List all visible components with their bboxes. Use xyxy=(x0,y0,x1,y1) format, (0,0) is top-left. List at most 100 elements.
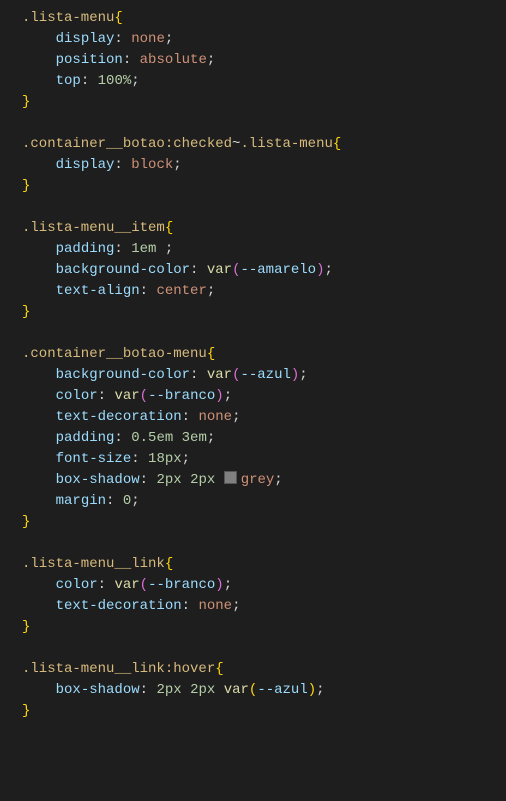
css-property: text-decoration xyxy=(56,409,182,425)
open-brace: { xyxy=(333,136,341,152)
code-line: .lista-menu__link{ xyxy=(22,554,506,575)
code-line: .container__botao:checked~.lista-menu{ xyxy=(22,134,506,155)
css-value-token: 0.5em xyxy=(131,430,173,446)
css-property: position xyxy=(56,52,123,68)
css-property: background-color xyxy=(56,262,190,278)
css-value-token: var xyxy=(224,682,249,698)
code-line: text-decoration: none; xyxy=(22,596,506,617)
css-value-token: ( xyxy=(140,388,148,404)
css-value-token: 100% xyxy=(98,73,132,89)
code-line: top: 100%; xyxy=(22,71,506,92)
code-line: text-decoration: none; xyxy=(22,407,506,428)
code-line: } xyxy=(22,701,506,722)
code-line: .container__botao-menu{ xyxy=(22,344,506,365)
css-property: top xyxy=(56,73,81,89)
css-property: padding xyxy=(56,430,115,446)
css-property: display xyxy=(56,157,115,173)
css-property: margin xyxy=(56,493,106,509)
css-value-token: ) xyxy=(308,682,316,698)
code-line: .lista-menu__link:hover{ xyxy=(22,659,506,680)
code-line xyxy=(22,638,506,659)
css-value-token: none xyxy=(198,409,232,425)
css-value-token: --azul xyxy=(240,367,290,383)
css-value-token: absolute xyxy=(140,52,207,68)
css-value-token: var xyxy=(207,262,232,278)
css-selector-token: .lista-menu xyxy=(22,10,114,26)
code-line: } xyxy=(22,176,506,197)
close-brace: } xyxy=(22,94,30,110)
open-brace: { xyxy=(215,661,223,677)
css-value-token xyxy=(215,472,223,488)
code-line: display: none; xyxy=(22,29,506,50)
css-value-token: center xyxy=(156,283,206,299)
code-line: .lista-menu__item{ xyxy=(22,218,506,239)
code-line: } xyxy=(22,617,506,638)
css-value-token: none xyxy=(131,31,165,47)
css-selector-token: .lista-menu__item xyxy=(22,220,165,236)
css-property: padding xyxy=(56,241,115,257)
code-line: font-size: 18px; xyxy=(22,449,506,470)
css-value-token: 2px xyxy=(156,472,181,488)
css-property: text-align xyxy=(56,283,140,299)
close-brace: } xyxy=(22,703,30,719)
code-line: color: var(--branco); xyxy=(22,575,506,596)
close-brace: } xyxy=(22,619,30,635)
color-swatch xyxy=(224,471,237,484)
close-brace: } xyxy=(22,514,30,530)
close-brace: } xyxy=(22,304,30,320)
css-value-token: 18px xyxy=(148,451,182,467)
css-value-token: grey xyxy=(241,472,275,488)
code-line: } xyxy=(22,512,506,533)
code-line: padding: 0.5em 3em; xyxy=(22,428,506,449)
css-value-token xyxy=(182,472,190,488)
css-value-token: ) xyxy=(215,388,223,404)
css-value-token: 1em xyxy=(131,241,156,257)
css-property: background-color xyxy=(56,367,190,383)
code-line: box-shadow: 2px 2px grey; xyxy=(22,470,506,491)
code-line: color: var(--branco); xyxy=(22,386,506,407)
css-value-token: --azul xyxy=(257,682,307,698)
css-selector-token: :hover xyxy=(165,661,215,677)
css-property: box-shadow xyxy=(56,472,140,488)
code-line xyxy=(22,197,506,218)
code-line: display: block; xyxy=(22,155,506,176)
css-value-token xyxy=(215,682,223,698)
css-selector-token: .container__botao xyxy=(22,136,165,152)
css-property: box-shadow xyxy=(56,682,140,698)
css-selector-token: .lista-menu__link xyxy=(22,556,165,572)
css-value-token: block xyxy=(131,157,173,173)
code-line: background-color: var(--azul); xyxy=(22,365,506,386)
code-line: padding: 1em ; xyxy=(22,239,506,260)
css-value-token xyxy=(182,682,190,698)
code-line xyxy=(22,533,506,554)
code-line: .lista-menu{ xyxy=(22,8,506,29)
css-value-token xyxy=(173,430,181,446)
close-brace: } xyxy=(22,178,30,194)
css-value-token: 2px xyxy=(190,472,215,488)
code-line xyxy=(22,323,506,344)
code-line: } xyxy=(22,92,506,113)
css-property: text-decoration xyxy=(56,598,182,614)
code-editor[interactable]: .lista-menu{ display: none; position: ab… xyxy=(0,0,506,730)
css-selector-token: .lista-menu__link xyxy=(22,661,165,677)
code-line: margin: 0; xyxy=(22,491,506,512)
css-value-token: --branco xyxy=(148,577,215,593)
css-value-token: none xyxy=(198,598,232,614)
code-line: text-align: center; xyxy=(22,281,506,302)
css-value-token: --branco xyxy=(148,388,215,404)
code-line: background-color: var(--amarelo); xyxy=(22,260,506,281)
code-line: position: absolute; xyxy=(22,50,506,71)
css-property: color xyxy=(56,388,98,404)
css-selector-token: :checked xyxy=(165,136,232,152)
css-value-token: 3em xyxy=(182,430,207,446)
css-value-token: ) xyxy=(316,262,324,278)
css-selector-token: .container__botao-menu xyxy=(22,346,207,362)
open-brace: { xyxy=(114,10,122,26)
css-property: display xyxy=(56,31,115,47)
css-value-token: var xyxy=(207,367,232,383)
open-brace: { xyxy=(165,556,173,572)
css-value-token: var xyxy=(114,577,139,593)
css-value-token: --amarelo xyxy=(240,262,316,278)
css-value-token: var xyxy=(114,388,139,404)
open-brace: { xyxy=(207,346,215,362)
